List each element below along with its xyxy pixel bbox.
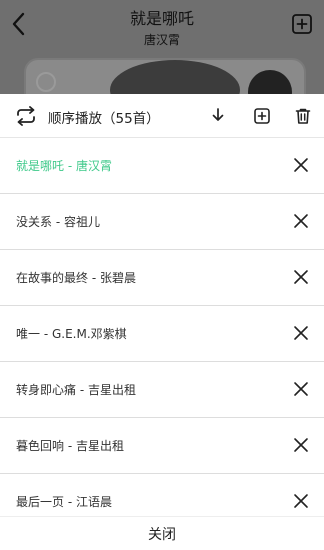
close-icon <box>294 438 308 452</box>
queue-item[interactable]: 没关系 - 容祖儿 <box>0 194 324 250</box>
queue-item[interactable]: 在故事的最终 - 张碧晨 <box>0 250 324 306</box>
play-queue-sheet: 顺序播放（55首） 就是哪吒 - 唐汉霄 没关系 - 容祖儿在故事的最终 - 张碧… <box>0 94 324 550</box>
remove-from-queue-button[interactable] <box>290 266 312 288</box>
remove-from-queue-button[interactable] <box>290 490 312 512</box>
close-button[interactable]: 关闭 <box>0 516 324 550</box>
close-icon <box>294 270 308 284</box>
queue-item-label: 转身即心痛 - 吉星出租 <box>16 383 136 397</box>
queue-item-label: 没关系 - 容祖儿 <box>16 215 100 229</box>
player-background: 就是哪吒 唐汉霄 <box>0 0 324 94</box>
download-all-button[interactable] <box>207 105 229 127</box>
queue-list: 就是哪吒 - 唐汉霄 没关系 - 容祖儿在故事的最终 - 张碧晨 唯一 - G.E.… <box>0 138 324 516</box>
download-icon <box>212 108 224 121</box>
queue-item-label: 就是哪吒 - 唐汉霄 <box>16 159 112 173</box>
remove-from-queue-button[interactable] <box>290 434 312 456</box>
repeat-icon <box>17 106 35 126</box>
trash-icon <box>295 108 311 124</box>
remove-from-queue-button[interactable] <box>290 210 312 232</box>
queue-item-label: 在故事的最终 - 张碧晨 <box>16 271 136 285</box>
close-label: 关闭 <box>148 527 176 543</box>
queue-item[interactable]: 就是哪吒 - 唐汉霄 <box>0 138 324 194</box>
add-all-button[interactable] <box>251 105 273 127</box>
queue-item-label: 暮色回响 - 吉星出租 <box>16 439 124 453</box>
remove-from-queue-button[interactable] <box>290 378 312 400</box>
clear-queue-button[interactable] <box>292 105 314 127</box>
add-to-playlist-button[interactable] <box>290 12 314 36</box>
queue-item[interactable]: 暮色回响 - 吉星出租 <box>0 418 324 474</box>
queue-item[interactable]: 最后一页 - 江语晨 <box>0 474 324 516</box>
play-mode-label[interactable]: 顺序播放（55首） <box>48 107 160 127</box>
queue-item[interactable]: 转身即心痛 - 吉星出租 <box>0 362 324 418</box>
play-mode-button[interactable] <box>14 105 38 127</box>
close-icon <box>294 158 308 172</box>
close-icon <box>294 214 308 228</box>
queue-item-label: 最后一页 - 江语晨 <box>16 495 112 509</box>
close-icon <box>294 382 308 396</box>
queue-item[interactable]: 唯一 - G.E.M.邓紫棋 <box>0 306 324 362</box>
close-icon <box>294 326 308 340</box>
add-square-icon <box>292 14 312 34</box>
album-art-ring <box>36 72 56 92</box>
add-square-icon <box>254 108 270 124</box>
queue-header: 顺序播放（55首） <box>0 94 324 138</box>
close-icon <box>294 494 308 508</box>
song-artist: 唐汉霄 <box>143 33 180 47</box>
song-title: 就是哪吒 <box>129 9 194 28</box>
remove-from-queue-button[interactable] <box>290 322 312 344</box>
queue-item-label: 唯一 - G.E.M.邓紫棋 <box>16 327 127 341</box>
remove-from-queue-button[interactable] <box>290 154 312 176</box>
